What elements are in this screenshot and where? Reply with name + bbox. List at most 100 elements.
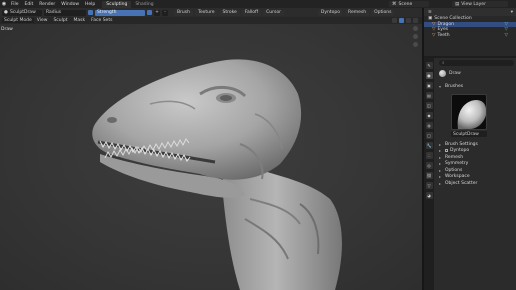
brushes-section-header[interactable]: ▾ Brushes <box>435 83 516 90</box>
brushes-section-label: Brushes <box>445 83 464 89</box>
menu-file[interactable]: File <box>8 2 22 7</box>
3d-viewport[interactable]: Draw <box>0 24 422 290</box>
menu-window[interactable]: Window <box>58 2 82 7</box>
direction-add-button[interactable]: + <box>154 9 160 16</box>
menu-render[interactable]: Render <box>36 2 58 7</box>
falloff-menu[interactable]: Falloff <box>241 9 262 16</box>
brush-menu[interactable]: Brush <box>174 9 193 16</box>
collection-icon: ▣ <box>428 16 433 22</box>
section-label: Remesh <box>445 154 464 160</box>
mesh-data-icon: ▽ <box>504 27 508 33</box>
menu-edit[interactable]: Edit <box>22 2 37 7</box>
workspace-tab-shading[interactable]: Shading <box>131 1 157 8</box>
particles-tab-icon[interactable]: ∴ <box>425 152 433 159</box>
object-tab-icon[interactable]: ▢ <box>425 132 433 139</box>
outliner-row-teeth[interactable]: ▽ Teeth ▽ <box>424 33 516 39</box>
section-label: Workspace <box>445 174 470 180</box>
chevron-right-icon: ▸ <box>439 180 442 186</box>
chevron-down-icon: ▾ <box>439 83 442 89</box>
view-menu[interactable]: View <box>34 18 51 23</box>
radius-label: Radius <box>46 10 62 15</box>
xray-icon[interactable] <box>392 18 397 23</box>
direction-add-label: + <box>155 10 159 15</box>
view-layer-icon: ▤ <box>455 1 460 7</box>
data-tab-icon[interactable]: ▽ <box>425 182 433 189</box>
constraints-tab-icon[interactable]: ⛓ <box>425 172 433 179</box>
section-label: Options <box>445 167 463 173</box>
dragon-sculpt-mesh <box>92 59 342 290</box>
outliner-row-label: Teeth <box>437 32 450 38</box>
section-label: Symmetry <box>445 161 469 167</box>
view-layer-selector[interactable]: ▤ View Layer <box>452 1 508 7</box>
material-tab-icon[interactable]: ◕ <box>425 192 433 199</box>
properties-tab-strip: ✎ ● ▣ ▤ ◫ ◆ ◍ ▢ 🔧 ∴ ◎ ⛓ ▽ ◕ <box>424 58 434 290</box>
view-layer-tab-icon[interactable]: ◫ <box>425 102 433 109</box>
material-shading-icon[interactable] <box>406 18 411 23</box>
outliner-scene-collection-label: Scene Collection <box>434 16 472 22</box>
mesh-data-icon: ▽ <box>504 21 508 27</box>
strength-field[interactable]: Strength <box>95 9 145 16</box>
outliner-row-label: Eyes <box>437 27 449 33</box>
scene-tab-icon[interactable]: ◆ <box>425 112 433 119</box>
object-icon: ▽ <box>432 32 436 38</box>
object-scatter-section[interactable]: ▸ Object Scatter <box>435 180 516 187</box>
properties-sections: ▸ Brush Settings ▸ Dyntopo ▸ Remesh ▸ Sy… <box>435 141 516 187</box>
cursor-menu[interactable]: Cursor <box>263 9 284 16</box>
mode-selector[interactable]: Sculpt Mode <box>2 18 34 23</box>
properties-panel: ✎ ● ▣ ▤ ◫ ◆ ◍ ▢ 🔧 ∴ ◎ ⛓ ▽ ◕ ⌕ Draw ▾ Bru… <box>424 58 516 290</box>
workspace-tab-sculpting[interactable]: Sculpting <box>102 0 132 8</box>
active-tool-row: Draw <box>435 66 516 77</box>
render-tab-icon[interactable]: ▣ <box>425 82 433 89</box>
top-menu-bar: ◉ File Edit Render Window Help Sculpting… <box>0 0 516 8</box>
pressure-strength-icon[interactable] <box>147 10 152 15</box>
shading-buttons <box>392 18 422 23</box>
chevron-right-icon: ▸ <box>439 148 442 154</box>
dyntopo-checkbox[interactable] <box>445 149 448 153</box>
face-sets-menu[interactable]: Face Sets <box>88 18 115 23</box>
brush-name-field[interactable]: SculptDraw <box>451 131 487 137</box>
chevron-right-icon: ▸ <box>439 154 442 160</box>
chevron-right-icon: ▸ <box>439 161 442 167</box>
menu-help[interactable]: Help <box>82 2 98 7</box>
object-icon: ▽ <box>432 27 436 33</box>
output-tab-icon[interactable]: ▤ <box>425 92 433 99</box>
remesh-menu[interactable]: Remesh <box>345 9 370 16</box>
brush-preview-thumbnail[interactable] <box>451 94 487 130</box>
draw-brush-icon <box>439 70 446 77</box>
texture-menu[interactable]: Texture <box>195 9 218 16</box>
active-tool-tab-icon[interactable]: ● <box>425 72 433 79</box>
outliner-panel: ≡ ▾ ▣ Scene Collection ▽ Dragon ▽ ▽ Eyes… <box>424 8 516 56</box>
brush-selector[interactable]: ● SculptDraw <box>2 9 42 16</box>
brush-icon: ● <box>4 10 8 15</box>
object-icon: ▽ <box>432 21 436 27</box>
world-tab-icon[interactable]: ◍ <box>425 122 433 129</box>
solid-shading-icon[interactable] <box>399 18 404 23</box>
render-shading-icon[interactable] <box>413 18 418 23</box>
chevron-right-icon: ▸ <box>439 174 442 180</box>
sculpt-menu[interactable]: Sculpt <box>50 18 70 23</box>
mask-menu[interactable]: Mask <box>71 18 89 23</box>
chevron-right-icon: ▸ <box>439 141 442 147</box>
options-menu[interactable]: Options <box>371 9 395 16</box>
direction-subtract-button[interactable]: - <box>162 9 168 16</box>
mesh-data-icon: ▽ <box>504 32 508 38</box>
strength-label: Strength <box>97 10 117 15</box>
stroke-menu[interactable]: Stroke <box>219 9 240 16</box>
outliner-editor-icon[interactable]: ≡ <box>428 10 432 15</box>
radius-field[interactable]: Radius <box>44 9 86 16</box>
view-layer-name: View Layer <box>461 1 486 7</box>
pressure-radius-icon[interactable] <box>88 10 93 15</box>
dyntopo-menu[interactable]: Dyntopo <box>317 9 344 16</box>
scene-icon: ⌘ <box>392 1 397 7</box>
brush-preview-image <box>457 100 486 129</box>
scene-name: Scene <box>398 1 413 7</box>
outliner-filter-icon[interactable]: ▾ <box>511 10 516 15</box>
tool-tab-icon[interactable]: ✎ <box>425 62 433 69</box>
blender-logo-icon[interactable]: ◉ <box>0 0 8 8</box>
physics-tab-icon[interactable]: ◎ <box>425 162 433 169</box>
outliner-row-label: Dragon <box>437 21 455 27</box>
modifier-tab-icon[interactable]: 🔧 <box>425 142 433 149</box>
section-label: Brush Settings <box>445 141 478 147</box>
scene-selector[interactable]: ⌘ Scene <box>389 1 429 7</box>
search-icon: ⌕ <box>442 61 445 66</box>
